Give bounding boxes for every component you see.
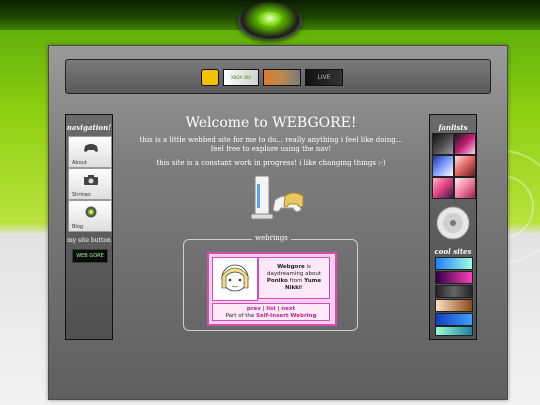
fanlist-badge[interactable] [454, 155, 476, 177]
fanlist-badge[interactable] [432, 155, 454, 177]
webring-prev-link[interactable]: prev [247, 306, 261, 312]
site-button-label: my site button [67, 237, 111, 244]
xbox-orb-logo [238, 2, 302, 40]
banner-button[interactable] [263, 69, 301, 86]
orb-glow [256, 12, 284, 28]
xbox360-button[interactable]: XBOX 360 [223, 69, 259, 86]
fanlist-badge[interactable] [454, 133, 476, 155]
webring-list-link[interactable]: list [266, 306, 276, 312]
webring-char: Poniko [266, 278, 288, 284]
fanlists-title: fanlists [438, 123, 468, 132]
nav-about[interactable]: About [68, 136, 112, 168]
webring-desc-mid2: from [287, 278, 305, 284]
intro-text: this is a little webbed site for me to d… [139, 136, 403, 153]
xbox-live-button[interactable]: LIVE [305, 69, 343, 86]
webring-desc-end: ! [300, 285, 303, 291]
xbox-console-image [250, 175, 304, 220]
webring-name-link[interactable]: Self-Insert Webring [256, 313, 316, 319]
main-content: Welcome to WEBGORE! this is a little web… [119, 114, 423, 168]
nav-about-label: About [72, 160, 87, 166]
page-title: Welcome to WEBGORE! [185, 115, 357, 131]
nav-shrines[interactable]: Shrines [68, 168, 112, 200]
cool-site-button[interactable] [435, 313, 473, 326]
webring-site: Webgore [277, 264, 305, 270]
webring-description: Webgore is daydreaming about Poniko from… [258, 257, 330, 299]
fanlist-badge[interactable] [432, 133, 454, 155]
webring-widget: Webgore is daydreaming about Poniko from… [207, 252, 337, 326]
right-sidebar: fanlists cool sites [429, 114, 477, 340]
fanlist-badge[interactable] [432, 177, 454, 199]
main-panel: XBOX 360 LIVE navigation! About Shrines … [48, 45, 508, 400]
webrings-title: webrings [252, 234, 291, 242]
cd-disc-icon [436, 206, 470, 240]
nav-shrines-label: Shrines [72, 192, 91, 198]
header-box: XBOX 360 LIVE [65, 59, 491, 94]
navigation-sidebar: navigation! About Shrines Blog my site b… [65, 114, 113, 340]
cool-site-button[interactable] [435, 326, 473, 336]
gamepad-icon [84, 144, 98, 152]
cool-site-button[interactable] [435, 271, 473, 284]
webring-next-link[interactable]: next [281, 306, 295, 312]
cool-site-button[interactable] [435, 285, 473, 298]
wip-text: this site is a constant work in progress… [156, 159, 386, 167]
site-icon-button[interactable] [201, 69, 219, 86]
camera-icon [84, 175, 98, 185]
webrings-box: webrings Webgore is daydreaming about Po… [183, 234, 358, 331]
webring-part-of: Part of the [225, 313, 257, 319]
nav-title: navigation! [66, 123, 112, 132]
cool-sites-title: cool sites [434, 247, 472, 256]
fanlist-badge[interactable] [454, 177, 476, 199]
webring-nav: prev | list | next Part of the Self-Inse… [212, 303, 330, 321]
cool-site-button[interactable] [435, 257, 473, 270]
disc-icon [85, 206, 97, 218]
nav-blog[interactable]: Blog [68, 200, 112, 232]
site-button[interactable]: WEB GORE [72, 249, 108, 263]
webring-avatar [212, 257, 258, 301]
cool-site-button[interactable] [435, 299, 473, 312]
nav-blog-label: Blog [72, 224, 84, 230]
